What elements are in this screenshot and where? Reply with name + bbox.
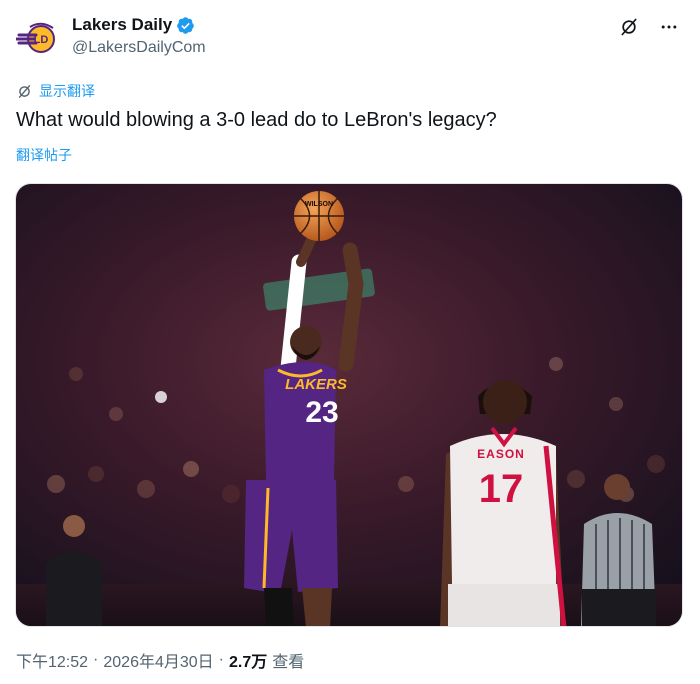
handle[interactable]: @LakersDailyCom (72, 39, 206, 57)
rockets-jersey-number: 17 (479, 467, 524, 511)
display-name-row[interactable]: Lakers Daily (72, 14, 206, 36)
ball-brand: WILSON (305, 201, 333, 208)
grok-icon (621, 18, 637, 36)
author-names: Lakers Daily @LakersDailyCom (72, 14, 206, 57)
views-label: 查看 (272, 654, 305, 671)
rockets-jersey-name: EASON (477, 447, 525, 461)
more-button[interactable] (658, 16, 680, 38)
tweet-text: What would blowing a 3-0 lead do to LeBr… (16, 109, 497, 131)
lakers-jersey-text: LAKERS (285, 376, 347, 393)
tweet-date[interactable]: 2026年4月30日 (103, 648, 213, 672)
tweet-time[interactable]: 下午12:52 (16, 648, 88, 672)
translate-post-link[interactable]: 翻译帖子 (16, 145, 72, 165)
verified-badge-icon (177, 16, 194, 34)
meta-separator-2: · (218, 651, 224, 668)
lakers-daily-logo-icon: LD (16, 17, 61, 61)
svg-text:LD: LD (34, 34, 49, 46)
arena-light (155, 391, 167, 403)
tweet-header: LD Lakers Daily @LakersDailyCom (16, 14, 684, 62)
avatar[interactable]: LD (16, 16, 62, 62)
meta-separator: · (93, 651, 99, 668)
grok-button[interactable] (618, 16, 640, 38)
tweet-media[interactable]: LAKERS 23 WILSON EASON 17 (15, 183, 683, 627)
more-dots-icon (661, 25, 677, 29)
tweet-meta: 下午12:52 · 2026年4月30日 · 2.7万 查看 (16, 648, 304, 672)
show-translation-label[interactable]: 显示翻译 (39, 81, 95, 101)
views-count: 2.7万 (229, 654, 268, 671)
grok-translate-icon (18, 84, 31, 98)
header-actions (618, 16, 680, 38)
basketball-photo: LAKERS 23 WILSON EASON 17 (16, 184, 682, 626)
display-name[interactable]: Lakers Daily (72, 15, 172, 35)
lakers-jersey-number: 23 (305, 396, 338, 429)
show-translation-link[interactable]: 显示翻译 (16, 81, 95, 101)
